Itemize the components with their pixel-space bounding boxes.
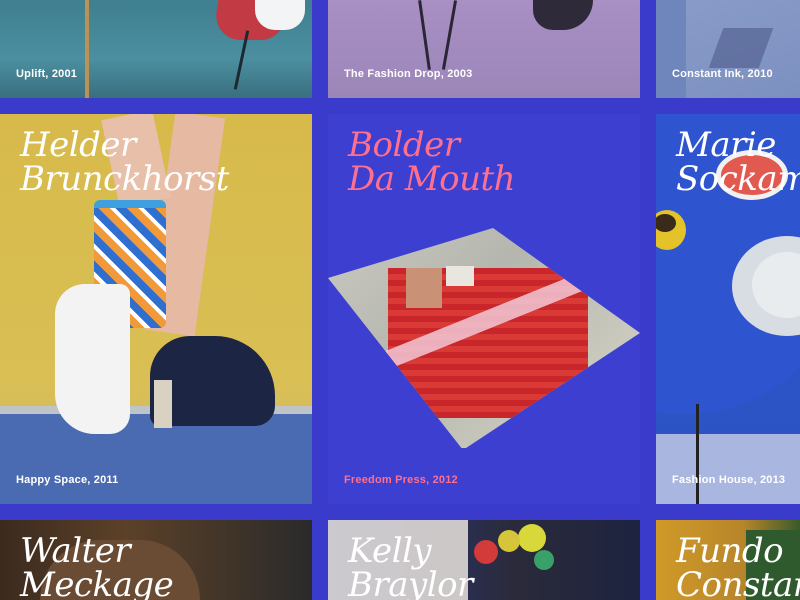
- project-card-uplift[interactable]: Uplift, 2001: [0, 0, 312, 98]
- project-card-fundo-constan[interactable]: Fundo Constan: [656, 520, 800, 600]
- project-card-fashion-drop[interactable]: The Fashion Drop, 2003: [328, 0, 640, 98]
- pixelated-portrait: [328, 228, 640, 448]
- designer-name: Walter Meckage: [20, 531, 174, 600]
- project-photo: [656, 0, 800, 98]
- project-caption: Uplift, 2001: [16, 68, 78, 80]
- designer-name: Bolder Da Mouth: [348, 125, 516, 199]
- designer-name: Fundo Constan: [676, 531, 800, 600]
- project-card-walter-meckage[interactable]: Walter Meckage: [0, 520, 312, 600]
- project-caption: Constant Ink, 2010: [672, 68, 773, 80]
- designer-name: Helder Brunckhorst: [20, 125, 229, 199]
- project-card-kelly-braylor[interactable]: Kelly Braylor: [328, 520, 640, 600]
- project-photo: [0, 0, 312, 98]
- project-caption: The Fashion Drop, 2003: [344, 68, 473, 80]
- designer-name: Marie Sockamo: [676, 125, 800, 199]
- project-card-helder-brunckhorst[interactable]: Helder Brunckhorst Happy Space, 2011: [0, 114, 312, 504]
- designer-name: Kelly Braylor: [348, 531, 473, 600]
- project-card-bolder-da-mouth[interactable]: Bolder Da Mouth Freedom Press, 2012: [328, 114, 640, 504]
- project-caption: Freedom Press, 2012: [344, 474, 458, 486]
- project-caption: Fashion House, 2013: [672, 474, 786, 486]
- project-photo: [328, 0, 640, 98]
- project-caption: Happy Space, 2011: [16, 474, 119, 486]
- project-card-marie-sockamo[interactable]: Marie Sockamo Fashion House, 2013: [656, 114, 800, 504]
- project-card-constant-ink[interactable]: Constant Ink, 2010: [656, 0, 800, 98]
